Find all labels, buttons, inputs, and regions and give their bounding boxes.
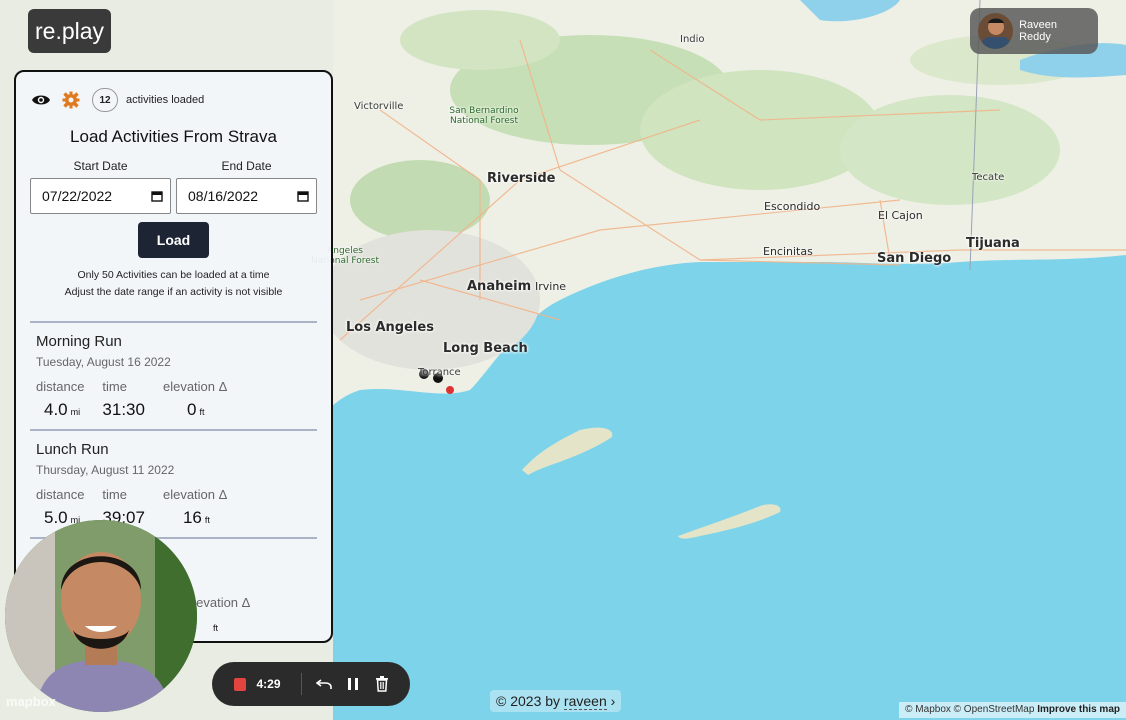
distance-value: 5.0 bbox=[44, 508, 68, 527]
elevation-stat: elevation Δ 0 ft bbox=[163, 379, 227, 420]
activity-date: Thursday, August 11 2022 bbox=[36, 463, 175, 477]
time-stat: time 31:30 bbox=[102, 379, 145, 420]
activity-item[interactable]: Morning Run Tuesday, August 16 2022 dist… bbox=[30, 321, 317, 429]
app-logo: re.play bbox=[28, 9, 112, 53]
stop-recording-button[interactable] bbox=[234, 677, 247, 691]
city-label: Tijuana bbox=[966, 236, 1020, 251]
catalina-island bbox=[522, 427, 613, 475]
elevation-label: elevation Δ bbox=[162, 487, 228, 502]
activities-loaded-label: activities loaded bbox=[126, 94, 205, 106]
city-label: Riverside bbox=[487, 171, 556, 186]
improve-map-link[interactable]: Improve this map bbox=[1037, 704, 1120, 715]
city-label: Anaheim bbox=[467, 279, 532, 294]
presenter-photo bbox=[5, 520, 197, 712]
activity-stats: distance 4.0 mi time 31:30 elevation Δ 0f… bbox=[36, 379, 317, 420]
restart-button[interactable] bbox=[310, 669, 339, 699]
distance-unit: mi bbox=[70, 407, 81, 417]
start-date-group: Start Date 07/22/2022 bbox=[30, 159, 171, 214]
distance-stat: distance 4.0 mi bbox=[36, 379, 84, 420]
calendar-icon[interactable] bbox=[297, 190, 309, 202]
activity-date: Tuesday, August 16 2022 bbox=[36, 355, 171, 369]
city-label: Encinitas bbox=[763, 245, 813, 258]
credit-name[interactable]: raveen bbox=[563, 693, 607, 710]
note-line: Adjust the date range if an activity is … bbox=[64, 286, 283, 298]
load-note: Only 50 Activities can be loaded at a ti… bbox=[16, 267, 331, 301]
city-label: Torrance bbox=[418, 367, 461, 378]
panel-toolbar: 12 activities loaded bbox=[16, 72, 331, 112]
panel-title: Load Activities From Strava bbox=[70, 127, 277, 146]
pause-icon bbox=[347, 678, 358, 690]
end-date-label: End Date bbox=[221, 159, 272, 173]
distance-label: distance bbox=[36, 487, 85, 502]
calendar-icon[interactable] bbox=[151, 190, 163, 202]
trash-icon bbox=[375, 676, 388, 692]
activity-item[interactable]: Lunch Run Thursday, August 11 2022 dista… bbox=[30, 429, 317, 537]
elevation-label: elevation Δ bbox=[162, 379, 228, 394]
presenter-avatar bbox=[978, 13, 1014, 49]
elevation-value: 16 bbox=[182, 508, 202, 527]
start-date-value: 07/22/2022 bbox=[42, 188, 113, 204]
credit-prefix: © 2023 by bbox=[496, 693, 561, 709]
elevation-unit: ft bbox=[213, 623, 219, 633]
elevation-unit: ft bbox=[204, 515, 210, 525]
gear-icon[interactable] bbox=[60, 89, 82, 111]
city-label: Long Beach bbox=[443, 341, 528, 356]
end-date-input[interactable]: 08/16/2022 bbox=[176, 178, 317, 214]
park-label: San Bernardino National Forest bbox=[449, 106, 519, 126]
start-date-label: Start Date bbox=[73, 159, 128, 173]
divider bbox=[300, 673, 302, 695]
load-button[interactable]: Load bbox=[138, 222, 209, 258]
activities-count-badge: 12 bbox=[92, 88, 118, 112]
city-label: Los Angeles bbox=[346, 320, 434, 335]
recording-timer: 4:29 bbox=[256, 677, 281, 691]
delete-button[interactable] bbox=[367, 669, 396, 699]
city-label: San Diego bbox=[877, 251, 952, 266]
start-date-input[interactable]: 07/22/2022 bbox=[30, 178, 171, 214]
elevation-value: 0 bbox=[186, 400, 197, 419]
city-label: Victorville bbox=[354, 101, 404, 112]
elevation-stat: elevation Δ 16 ft bbox=[163, 487, 227, 528]
time-value: 31:30 bbox=[102, 400, 145, 419]
distance-label: distance bbox=[36, 379, 85, 394]
recording-controls: 4:29 bbox=[212, 662, 410, 706]
date-range: Start Date 07/22/2022 End Date 08/16/202… bbox=[16, 159, 331, 214]
activity-name: Morning Run bbox=[36, 333, 122, 350]
activity-name: Lunch Run bbox=[36, 441, 109, 458]
credit-arrow: › bbox=[610, 693, 616, 709]
elevation-unit: ft bbox=[199, 407, 205, 417]
note-line: Only 50 Activities can be loaded at a ti… bbox=[77, 269, 270, 281]
city-label: Escondido bbox=[764, 200, 821, 213]
city-label: El Cajon bbox=[878, 209, 923, 222]
mapbox-logo[interactable]: mapbox bbox=[6, 694, 56, 709]
city-label: Irvine bbox=[535, 280, 567, 293]
city-label: Tecate bbox=[972, 172, 1005, 183]
city-label: Indio bbox=[680, 34, 705, 45]
time-label: time bbox=[102, 487, 127, 502]
distance-value: 4.0 bbox=[44, 400, 68, 419]
map-attribution: © Mapbox © OpenStreetMap Improve this ma… bbox=[899, 702, 1126, 718]
end-date-group: End Date 08/16/2022 bbox=[176, 159, 317, 214]
eye-icon[interactable] bbox=[30, 89, 52, 111]
presenter-name: Raveen Reddy bbox=[1019, 19, 1057, 43]
pause-button[interactable] bbox=[338, 669, 367, 699]
author-credit[interactable]: © 2023 by raveen › bbox=[490, 690, 622, 712]
attribution-text[interactable]: © Mapbox © OpenStreetMap bbox=[905, 704, 1034, 715]
undo-icon bbox=[315, 679, 332, 689]
end-date-value: 08/16/2022 bbox=[188, 188, 259, 204]
san-clemente-island bbox=[678, 504, 781, 539]
time-label: time bbox=[102, 379, 127, 394]
presenter-chip: Raveen Reddy bbox=[970, 8, 1098, 54]
webcam-bubble bbox=[5, 520, 197, 712]
